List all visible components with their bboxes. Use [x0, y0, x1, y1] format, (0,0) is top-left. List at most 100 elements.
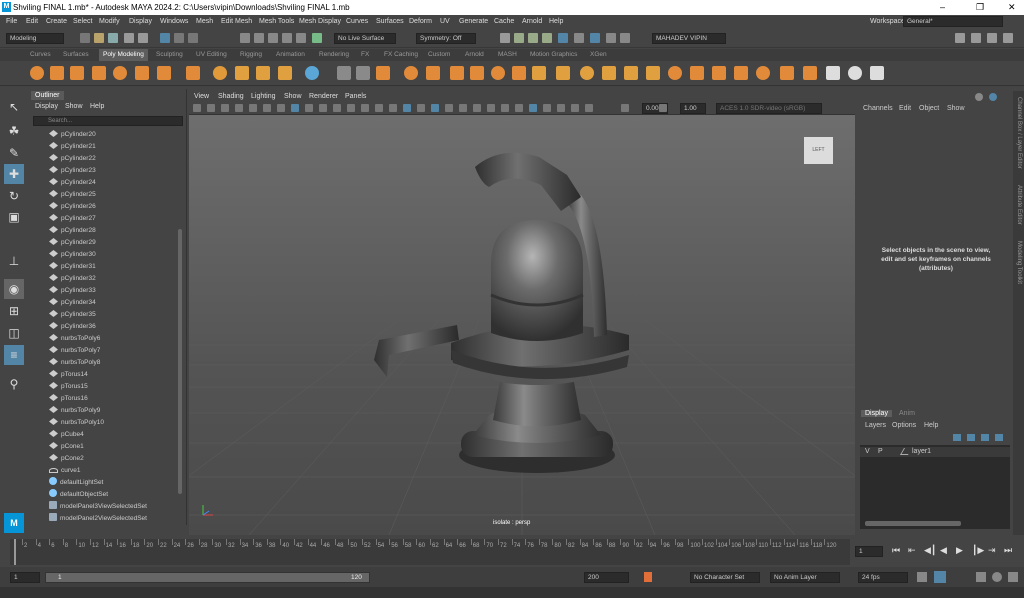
bookmark-icon[interactable] [934, 571, 946, 583]
bookmark-icon[interactable] [235, 104, 243, 112]
shelf-tab-arnold[interactable]: Arnold [465, 51, 484, 58]
layer-color-icon[interactable] [899, 448, 913, 455]
move-tool-icon[interactable]: ✚ [4, 164, 24, 184]
preferences-icon[interactable] [1008, 572, 1018, 582]
cylinder-icon[interactable] [70, 66, 84, 80]
outliner-search-input[interactable]: Search... [33, 116, 183, 126]
menu-create[interactable]: Create [46, 18, 67, 25]
shelf-tab-poly-modeling[interactable]: Poly Modeling [99, 49, 148, 61]
select-component-icon[interactable] [188, 33, 198, 43]
grid-icon[interactable] [291, 104, 299, 112]
layer-row[interactable]: V P layer1 [860, 447, 1010, 457]
tab-attribute-editor[interactable]: Attribute Editor [1016, 185, 1022, 225]
hypershade-icon[interactable] [574, 33, 584, 43]
menu-curves[interactable]: Curves [346, 18, 368, 25]
mode-select[interactable]: Modeling [6, 33, 64, 44]
channel-menu-show[interactable]: Show [947, 105, 965, 112]
shelf-tab-custom[interactable]: Custom [428, 51, 450, 58]
menu-edit-mesh[interactable]: Edit Mesh [221, 18, 252, 25]
outliner-item[interactable]: nurbsToPoly6 [49, 333, 100, 345]
layer-scrollbar[interactable] [865, 521, 961, 526]
smooth-icon[interactable] [356, 66, 370, 80]
shelf-tab-mash[interactable]: MASH [498, 51, 517, 58]
safe-action-icon[interactable] [361, 104, 369, 112]
select-object-icon[interactable] [174, 33, 184, 43]
outliner-item[interactable]: pCylinder34 [49, 297, 96, 309]
extrude-icon[interactable] [450, 66, 464, 80]
redo-icon[interactable] [138, 33, 148, 43]
construction-history-icon[interactable] [500, 33, 510, 43]
shelf-tab-uv-editing[interactable]: UV Editing [196, 51, 227, 58]
separate-icon[interactable] [337, 66, 351, 80]
snap-curve-icon[interactable] [254, 33, 264, 43]
safe-title-icon[interactable] [375, 104, 383, 112]
outliner-item[interactable]: pCylinder36 [49, 321, 96, 333]
menu-select[interactable]: Select [73, 18, 92, 25]
paint-select-icon[interactable]: ✎ [4, 143, 24, 163]
image-plane-icon[interactable] [249, 104, 257, 112]
sound-icon[interactable] [976, 572, 986, 582]
lasso-tool-icon[interactable]: ☘ [4, 121, 24, 141]
current-time-indicator[interactable] [14, 539, 16, 565]
outliner-item[interactable]: nurbsToPoly7 [49, 345, 100, 357]
outliner-item[interactable]: pCylinder22 [49, 153, 96, 165]
shelf-tab-motion-graphics[interactable]: Motion Graphics [530, 51, 577, 58]
move-down-layer-icon[interactable] [995, 434, 1003, 441]
multi-cut-icon[interactable] [532, 66, 546, 80]
layers-menu-layers[interactable]: Layers [865, 422, 886, 429]
wireframe-icon[interactable] [389, 104, 397, 112]
maya-home-icon[interactable]: M [4, 513, 24, 533]
outliner-item[interactable]: modelPanel2ViewSelectedSet [49, 513, 147, 525]
rotate-tool-icon[interactable]: ↻ [4, 186, 24, 206]
cube-icon[interactable] [50, 66, 64, 80]
channel-menu-edit[interactable]: Edit [899, 105, 911, 112]
snap-align-icon[interactable]: ⊥ [4, 251, 24, 271]
shelf-tab-xgen[interactable]: XGen [590, 51, 607, 58]
range-slider[interactable]: 1 120 [45, 572, 370, 583]
playback-speed-icon[interactable] [992, 572, 1002, 582]
minimize-button[interactable]: – [940, 2, 945, 12]
ipr-render-icon[interactable] [542, 33, 552, 43]
motion-blur-icon[interactable] [487, 104, 495, 112]
default-material-icon[interactable] [417, 104, 425, 112]
command-line[interactable] [0, 587, 1024, 598]
outliner-item[interactable]: pCylinder29 [49, 237, 96, 249]
outliner-item[interactable]: nurbsToPoly8 [49, 357, 100, 369]
viewport-menu-view[interactable]: View [194, 93, 209, 100]
snap-view-icon[interactable] [282, 33, 292, 43]
outliner-scrollbar[interactable] [178, 229, 182, 494]
step-back-frame-icon[interactable]: ◀┃ [924, 545, 936, 556]
torus-icon[interactable] [113, 66, 127, 80]
combine-icon[interactable] [305, 66, 319, 80]
plane-icon[interactable] [135, 66, 149, 80]
two-view-icon[interactable]: ◫ [4, 323, 24, 343]
bevel-icon[interactable] [426, 66, 440, 80]
insert-loop-icon[interactable] [624, 66, 638, 80]
outliner-item[interactable]: defaultObjectSet [49, 489, 108, 501]
anim-layer-select[interactable]: No Anim Layer [770, 572, 840, 583]
step-forward-key-icon[interactable]: ⇥ [988, 545, 996, 556]
snap-grid-icon[interactable] [240, 33, 250, 43]
shelf-tab-rendering[interactable]: Rendering [319, 51, 349, 58]
go-to-end-icon[interactable]: ⏭ [1004, 545, 1012, 556]
layers-tab-anim[interactable]: Anim [899, 410, 915, 417]
menu-help[interactable]: Help [549, 18, 563, 25]
depth-of-field-icon[interactable] [515, 104, 523, 112]
target-weld-icon[interactable] [556, 66, 570, 80]
menu-uv[interactable]: UV [440, 18, 450, 25]
scale-tool-icon[interactable]: ▣ [4, 207, 24, 227]
backface-icon[interactable] [585, 104, 593, 112]
outliner-item[interactable]: pCube4 [49, 429, 84, 441]
select-camera-icon[interactable] [193, 104, 201, 112]
sidebar-toggle-icon[interactable] [955, 33, 965, 43]
outliner-item[interactable]: pCylinder20 [49, 129, 96, 141]
connect-icon[interactable] [580, 66, 594, 80]
outliner-menu-help[interactable]: Help [90, 103, 104, 110]
outliner-item[interactable]: pCylinder28 [49, 225, 96, 237]
shelf-tab-surfaces[interactable]: Surfaces [63, 51, 89, 58]
playblast-icon[interactable] [606, 33, 616, 43]
layers-menu-options[interactable]: Options [892, 422, 916, 429]
cone-icon[interactable] [92, 66, 106, 80]
shadows-icon[interactable] [459, 104, 467, 112]
play-backwards-icon[interactable]: ◀ [940, 545, 947, 556]
